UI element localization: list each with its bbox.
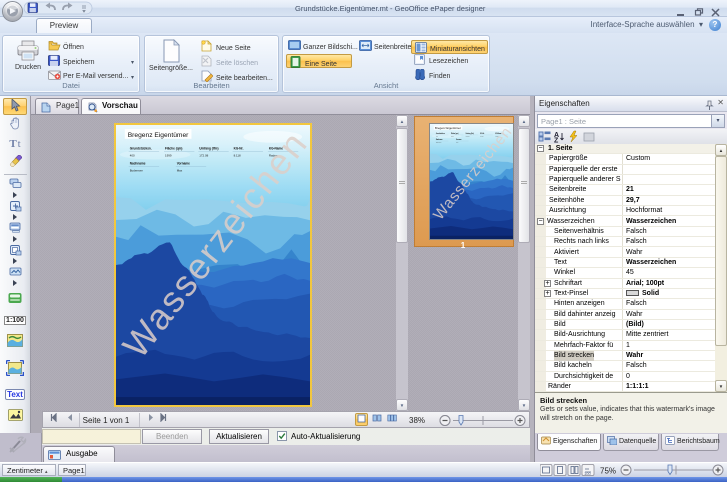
svg-text:Vorname: Vorname bbox=[177, 161, 190, 165]
svg-text:Z: Z bbox=[554, 138, 559, 144]
svg-text:KG-Nr.: KG-Nr. bbox=[234, 147, 244, 151]
svg-text:8.118: 8.118 bbox=[234, 154, 241, 158]
svg-text:Umfang (lfm): Umfang (lfm) bbox=[199, 147, 218, 151]
svg-text:Grundstücksn.: Grundstücksn. bbox=[130, 147, 152, 151]
svg-text:Nachname: Nachname bbox=[130, 161, 146, 165]
svg-text:Max: Max bbox=[177, 168, 183, 172]
svg-text:1999: 1999 bbox=[165, 154, 172, 158]
svg-text:172.08: 172.08 bbox=[199, 154, 208, 158]
svg-text:100: 100 bbox=[584, 471, 591, 476]
svg-text:Bodensee: Bodensee bbox=[130, 168, 144, 172]
svg-text:400: 400 bbox=[130, 154, 135, 158]
svg-text:75%: 75% bbox=[600, 467, 616, 476]
svg-text:Bregenz Eigentümer: Bregenz Eigentümer bbox=[435, 126, 461, 130]
svg-text:Fläche (qm): Fläche (qm) bbox=[165, 147, 182, 151]
svg-text:Bregenz Eigentümer: Bregenz Eigentümer bbox=[128, 132, 189, 139]
